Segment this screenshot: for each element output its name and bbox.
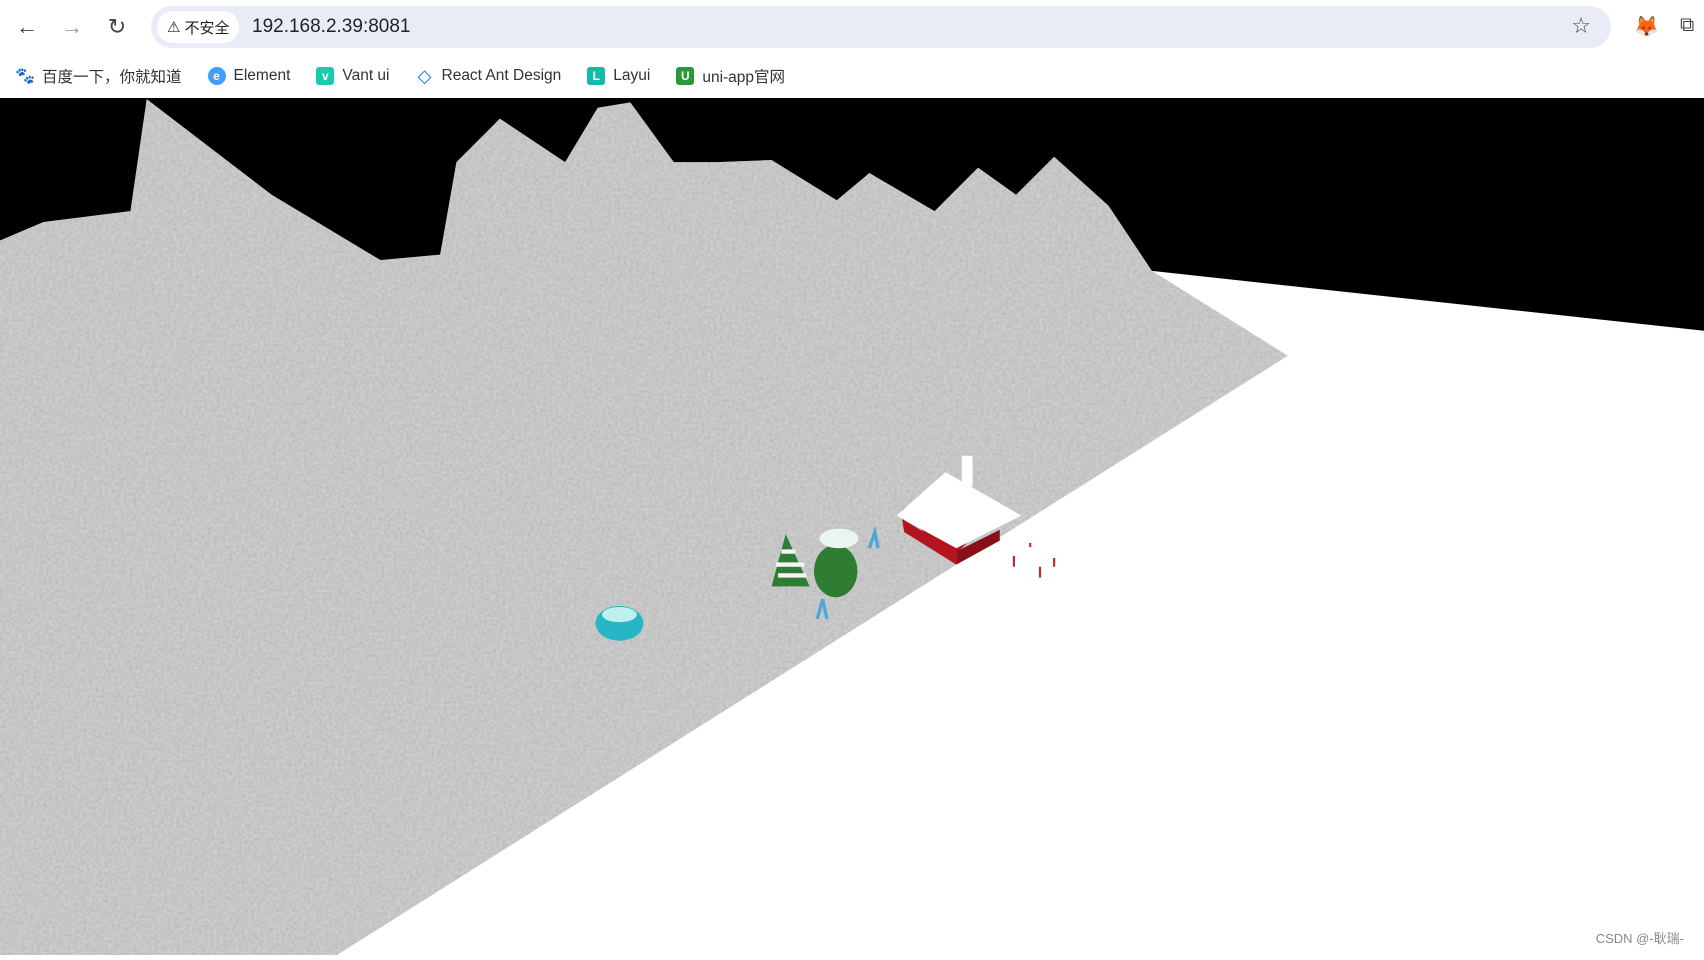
vant-icon: v xyxy=(316,67,335,85)
bookmark-star-icon[interactable]: ☆ xyxy=(1571,13,1591,39)
extensions-puzzle-icon[interactable]: ⧉ xyxy=(1680,14,1694,37)
address-bar[interactable]: ⚠ 不安全 192.168.2.39:8081 ☆ xyxy=(151,6,1611,48)
security-chip[interactable]: ⚠ 不安全 xyxy=(157,11,240,43)
scene-svg xyxy=(0,98,1704,955)
rock-snow-cap xyxy=(602,606,637,623)
snowy-bush-tree xyxy=(813,528,859,598)
metamask-fox-icon[interactable]: 🦊 xyxy=(1634,14,1659,39)
element-icon: e xyxy=(207,67,226,85)
bookmarks-bar: 🐾 百度一下，你就知道 e Element v Vant ui ◇ React Ant … xyxy=(0,54,785,98)
bookmark-uni-app[interactable]: Uuni-app官网 xyxy=(676,65,785,87)
baidu-paw-icon: 🐾 xyxy=(15,68,35,85)
back-button[interactable]: ← xyxy=(12,12,42,42)
forward-button[interactable]: → xyxy=(57,12,87,42)
bookmark-element[interactable]: e Element xyxy=(207,67,290,85)
watermark: CSDN @-耿瑞- xyxy=(1595,931,1684,946)
uni-app-icon: U xyxy=(676,67,695,85)
bookmark-ant-design[interactable]: ◇ React Ant Design xyxy=(416,65,562,86)
ant-design-icon: ◇ xyxy=(417,65,432,86)
webgl-scene[interactable]: CSDN @-耿瑞- xyxy=(0,98,1704,955)
reload-button[interactable]: ↻ xyxy=(102,12,132,42)
bookmark-baidu[interactable]: 🐾 百度一下，你就知道 xyxy=(15,65,181,87)
browser-toolbar: ← → ↻ ⚠ 不安全 192.168.2.39:8081 ☆ 🦊 ⧉ xyxy=(0,0,1704,54)
bookmark-vant[interactable]: v Vant ui xyxy=(316,67,390,85)
bookmark-layui[interactable]: L Layui xyxy=(587,67,650,85)
url-text[interactable]: 192.168.2.39:8081 xyxy=(252,16,411,38)
layui-icon: L xyxy=(587,67,606,85)
warning-icon: ⚠ xyxy=(167,19,181,36)
